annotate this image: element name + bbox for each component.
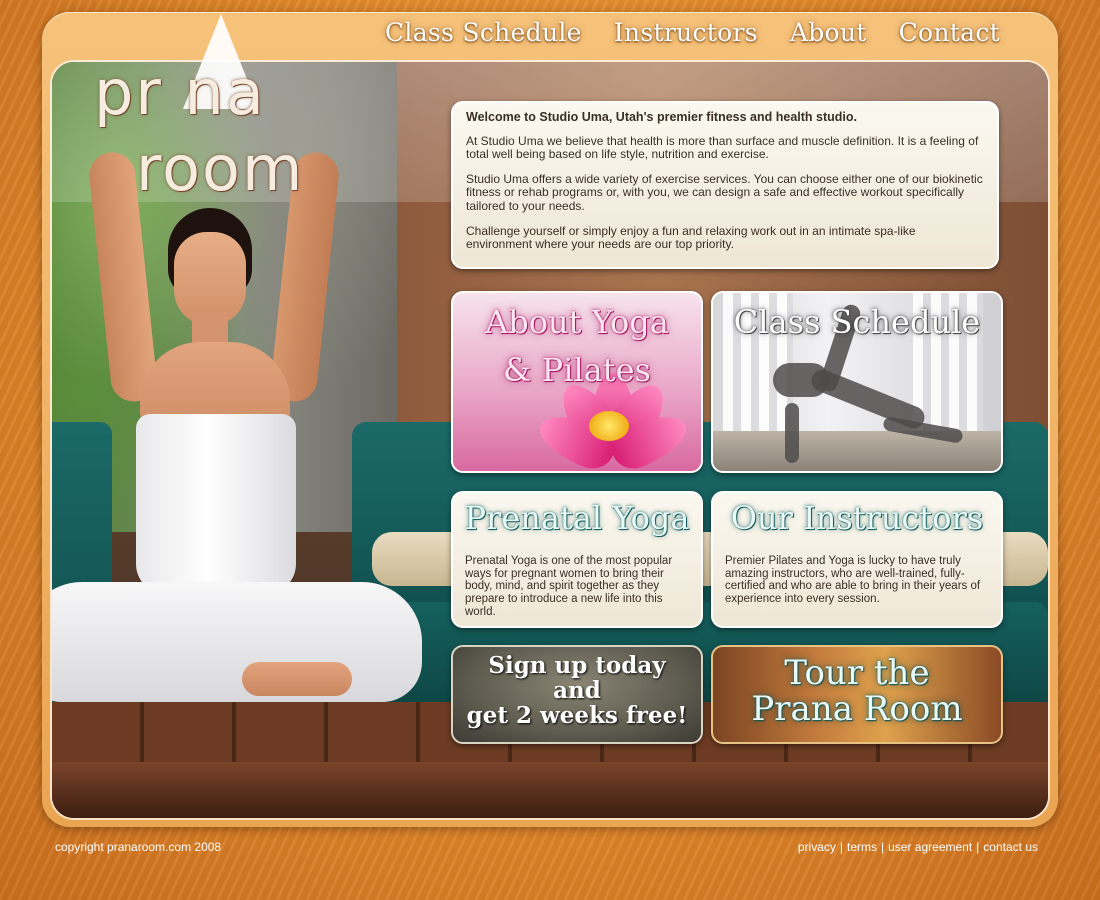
figure-legs <box>52 582 422 702</box>
logo-line1: pr na <box>94 56 266 129</box>
our-instructors-tile[interactable]: Our Instructors Premier Pilates and Yoga… <box>711 491 1003 628</box>
tile-description: Premier Pilates and Yoga is lucky to hav… <box>725 555 981 605</box>
signup-line: get 2 weeks free! <box>466 702 688 729</box>
signup-text: Sign up today and get 2 weeks free! <box>453 653 701 728</box>
welcome-panel: Welcome to Studio Uma, Utah's premier fi… <box>451 101 999 269</box>
tile-description: Prenatal Yoga is one of the most popular… <box>465 555 673 618</box>
nav-instructors[interactable]: Instructors <box>614 18 758 47</box>
welcome-paragraph: Challenge yourself or simply enjoy a fun… <box>466 223 916 251</box>
logo-line2: room <box>136 132 305 205</box>
prana-room-logo[interactable]: pr na room <box>88 14 348 205</box>
signup-promo-button[interactable]: Sign up today and get 2 weeks free! <box>451 645 703 744</box>
copyright-text: copyright pranaroom.com 2008 <box>55 840 222 854</box>
tour-prana-room-button[interactable]: Tour the Prana Room <box>711 645 1003 744</box>
welcome-title: Welcome to Studio Uma, Utah's premier fi… <box>466 110 857 124</box>
about-yoga-pilates-tile[interactable]: About Yoga & Pilates <box>451 291 703 473</box>
footer-link-privacy[interactable]: privacy <box>798 840 836 854</box>
footer-link-terms[interactable]: terms <box>847 840 877 854</box>
footer-link-user-agreement[interactable]: user agreement <box>888 840 972 854</box>
footer-links: privacy | terms | user agreement | contact us <box>798 840 1038 854</box>
tile-title: Class Schedule <box>733 303 981 341</box>
class-schedule-tile[interactable]: Class Schedule <box>711 291 1003 473</box>
footer-link-contact-us[interactable]: contact us <box>983 840 1038 854</box>
figure-foot <box>242 662 352 696</box>
footer-separator: | <box>976 840 980 854</box>
nav-about[interactable]: About <box>790 18 867 47</box>
tour-line: Prana Room <box>751 689 963 729</box>
deck-edge <box>52 762 1048 818</box>
tile-title: About Yoga <box>485 303 669 341</box>
tile-title: Prenatal Yoga <box>464 499 690 537</box>
tour-text: Tour the Prana Room <box>713 655 1001 727</box>
welcome-paragraph: At Studio Uma we believe that health is … <box>466 133 979 161</box>
footer-separator: | <box>881 840 885 854</box>
signup-line: and <box>553 677 601 704</box>
footer-separator: | <box>839 840 843 854</box>
nav-class-schedule[interactable]: Class Schedule <box>385 18 582 47</box>
main-nav: Class Schedule Instructors About Contact <box>385 18 1000 47</box>
figure-top <box>136 414 296 594</box>
tile-title: Our Instructors <box>730 499 984 537</box>
welcome-paragraph: Studio Uma offers a wide variety of exer… <box>466 172 983 213</box>
nav-contact[interactable]: Contact <box>899 18 1000 47</box>
prenatal-yoga-tile[interactable]: Prenatal Yoga Prenatal Yoga is one of th… <box>451 491 703 628</box>
signup-line: Sign up today <box>488 652 666 679</box>
tile-title: & Pilates <box>503 351 651 389</box>
tour-line: Tour the <box>784 653 930 693</box>
